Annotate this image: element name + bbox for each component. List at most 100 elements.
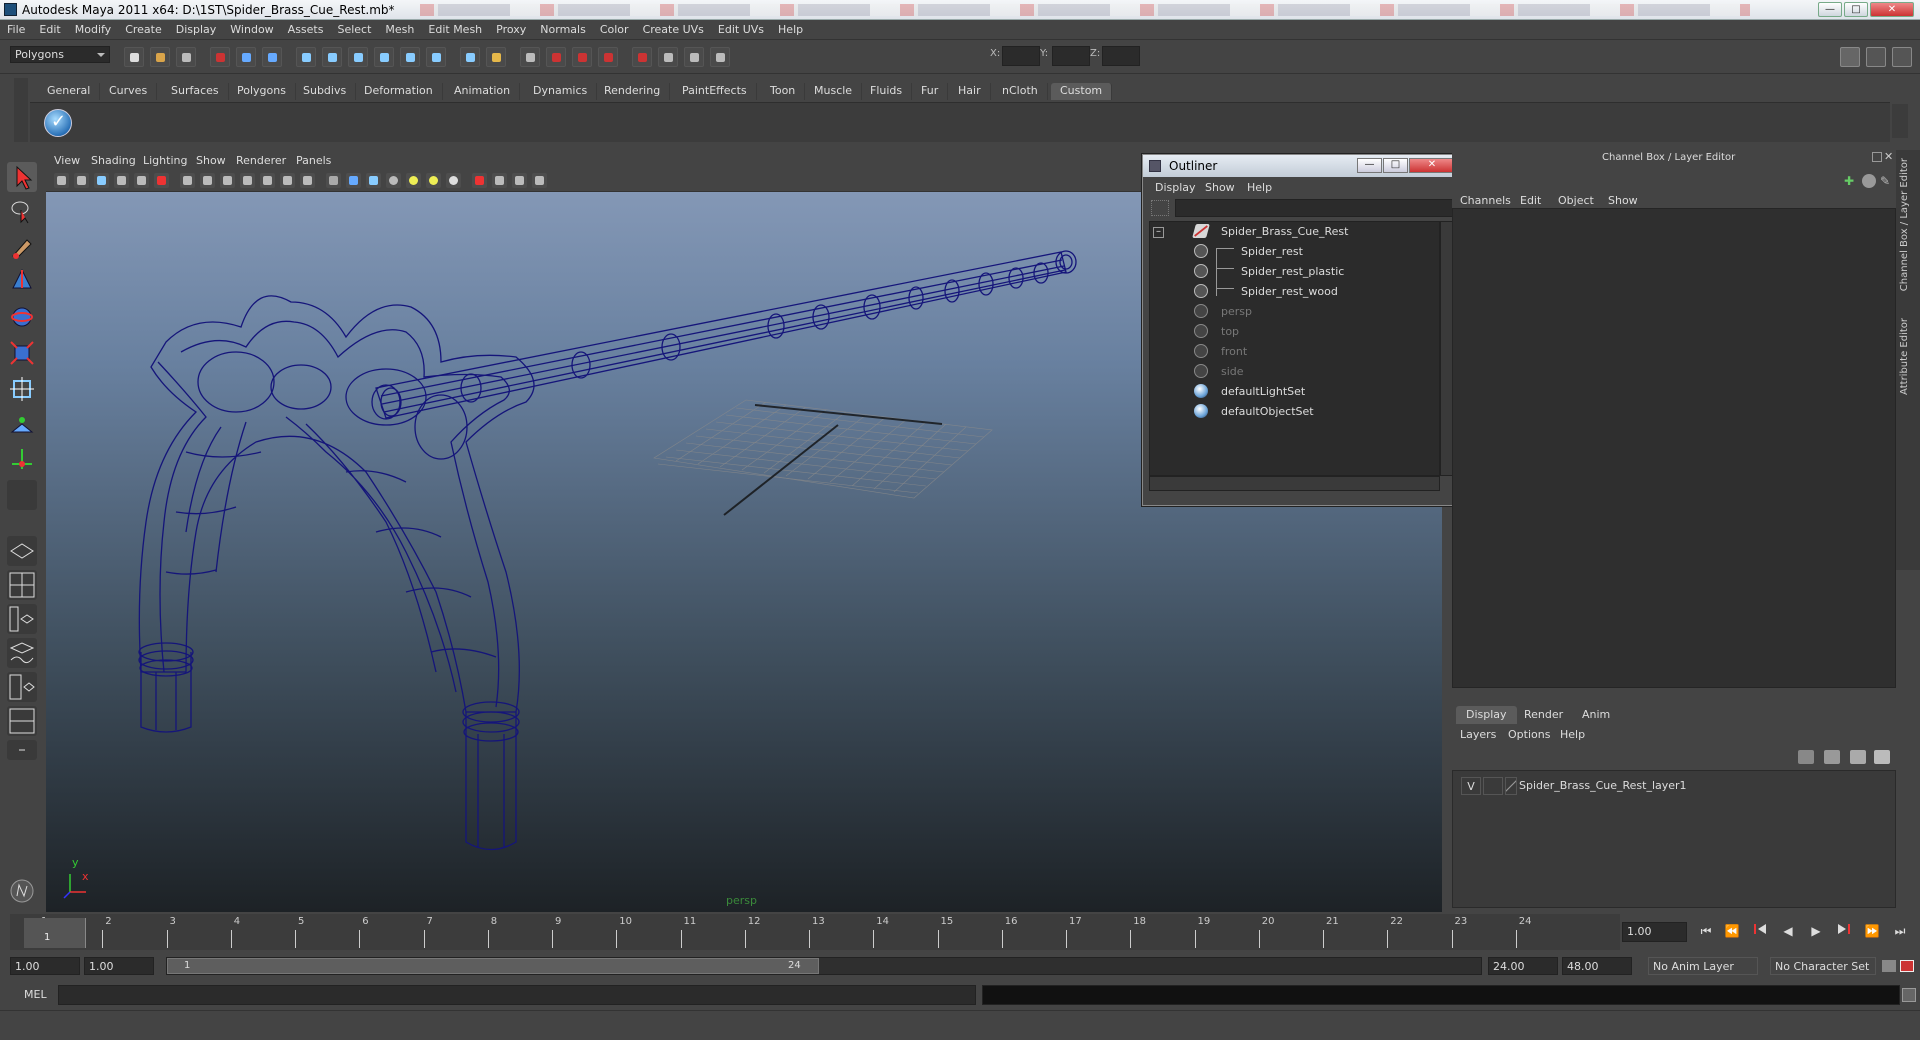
list-item[interactable]: top bbox=[1150, 322, 1440, 340]
resolution-gate-icon[interactable] bbox=[220, 173, 235, 188]
menu-help[interactable]: Help bbox=[771, 20, 810, 40]
show-manipulator-icon[interactable] bbox=[7, 444, 37, 474]
current-time-field[interactable]: 1.00 bbox=[1622, 922, 1687, 942]
list-item[interactable]: Spider_Brass_Cue_Rest bbox=[1150, 222, 1440, 240]
layer-menu-options[interactable]: Options bbox=[1508, 728, 1550, 741]
paint-select-tool-icon[interactable] bbox=[7, 232, 37, 262]
play-backwards-button[interactable]: ◀ bbox=[1778, 922, 1798, 942]
outliner-minimize-button[interactable]: — bbox=[1357, 158, 1382, 173]
wireframe-icon[interactable] bbox=[326, 173, 341, 188]
viewport-menu-view[interactable]: View bbox=[54, 154, 80, 167]
layer-add-objects-icon[interactable] bbox=[1850, 750, 1866, 764]
outliner-maximize-button[interactable]: □ bbox=[1383, 158, 1408, 173]
menu-edit[interactable]: Edit bbox=[32, 20, 67, 40]
select-tool-icon[interactable] bbox=[7, 162, 37, 192]
layer-remove-objects-icon[interactable] bbox=[1874, 750, 1890, 764]
layout-hypershade-persp-icon[interactable] bbox=[7, 672, 37, 702]
layout-persp-graph-icon[interactable] bbox=[7, 638, 37, 668]
select-object-icon[interactable] bbox=[236, 47, 256, 67]
step-forward-key-button[interactable] bbox=[1834, 922, 1854, 942]
menu-display[interactable]: Display bbox=[169, 20, 224, 40]
shelf-handle[interactable] bbox=[14, 78, 28, 142]
layer-menu-help[interactable]: Help bbox=[1560, 728, 1585, 741]
tab-channel-box[interactable]: Channel Box / Layer Editor bbox=[1899, 158, 1910, 291]
outliner-menu-display[interactable]: Display bbox=[1155, 181, 1196, 194]
layer-display-type-toggle[interactable] bbox=[1483, 777, 1503, 795]
query-icon[interactable] bbox=[460, 47, 480, 67]
new-scene-icon[interactable] bbox=[124, 47, 144, 67]
render-view-icon[interactable] bbox=[684, 47, 704, 67]
viewport-menu-lighting[interactable]: Lighting bbox=[143, 154, 187, 167]
menu-normals[interactable]: Normals bbox=[533, 20, 593, 40]
maximize-button[interactable]: □ bbox=[1844, 2, 1868, 17]
menu-color[interactable]: Color bbox=[593, 20, 636, 40]
layout-single-pane-icon[interactable] bbox=[7, 536, 37, 566]
select-hierarchy-icon[interactable] bbox=[210, 47, 230, 67]
outliner-menu-show[interactable]: Show bbox=[1205, 181, 1235, 194]
tab-painteffects[interactable]: PaintEffects bbox=[673, 83, 757, 100]
shelf-scroll-arrows[interactable] bbox=[1892, 104, 1908, 138]
universal-manipulator-icon[interactable] bbox=[7, 374, 37, 404]
xray-joints-icon[interactable] bbox=[512, 173, 527, 188]
render-settings-icon[interactable] bbox=[632, 47, 652, 67]
viewport-menu-renderer[interactable]: Renderer bbox=[236, 154, 286, 167]
list-item[interactable]: Spider_rest_wood bbox=[1150, 282, 1440, 300]
film-gate-icon[interactable] bbox=[200, 173, 215, 188]
list-item[interactable]: Spider_rest_plastic bbox=[1150, 262, 1440, 280]
lasso-tool-icon[interactable] bbox=[7, 196, 37, 226]
layout-four-pane-icon[interactable] bbox=[7, 570, 37, 600]
wireframe-on-shaded-icon[interactable] bbox=[366, 173, 381, 188]
menu-edit-uvs[interactable]: Edit UVs bbox=[711, 20, 771, 40]
channel-box-toggle-icon[interactable] bbox=[1862, 174, 1876, 188]
time-slider[interactable]: 123456789101112131415161718192021222324 … bbox=[10, 914, 1620, 950]
tab-hair[interactable]: Hair bbox=[949, 83, 991, 100]
channel-box-pin-icon[interactable]: ✎ bbox=[1880, 174, 1894, 188]
list-item[interactable]: defaultObjectSet bbox=[1150, 402, 1440, 420]
grease-pencil-icon[interactable] bbox=[154, 173, 169, 188]
current-frame-marker[interactable]: 1 bbox=[24, 918, 86, 948]
layout-more-icon[interactable] bbox=[7, 740, 37, 760]
list-item[interactable]: front bbox=[1150, 342, 1440, 360]
list-item[interactable]: defaultLightSet bbox=[1150, 382, 1440, 400]
menu-window[interactable]: Window bbox=[223, 20, 280, 40]
list-item[interactable]: Spider_rest bbox=[1150, 242, 1440, 260]
snap-live-icon[interactable] bbox=[426, 47, 446, 67]
outliner-menu-help[interactable]: Help bbox=[1247, 181, 1272, 194]
ao-icon[interactable] bbox=[446, 173, 461, 188]
tab-fur[interactable]: Fur bbox=[912, 83, 949, 100]
shadows-icon[interactable] bbox=[426, 173, 441, 188]
hypershade-icon[interactable] bbox=[658, 47, 678, 67]
layout-outliner-persp-icon[interactable] bbox=[7, 604, 37, 634]
y-input[interactable] bbox=[1052, 46, 1090, 66]
tab-deformation[interactable]: Deformation bbox=[355, 83, 443, 100]
anim-layer-selector[interactable]: No Anim Layer bbox=[1648, 957, 1758, 975]
mel-label[interactable]: MEL bbox=[24, 988, 47, 1001]
menu-assets[interactable]: Assets bbox=[281, 20, 331, 40]
custom-shelf-check-icon[interactable] bbox=[44, 109, 72, 137]
image-plane-icon[interactable] bbox=[114, 173, 129, 188]
layer-visibility-toggle[interactable]: V bbox=[1461, 777, 1481, 795]
layer-color-swatch[interactable] bbox=[1505, 777, 1517, 795]
history-icon[interactable] bbox=[546, 47, 566, 67]
new-layer-icon[interactable] bbox=[1798, 750, 1814, 764]
menu-proxy[interactable]: Proxy bbox=[489, 20, 533, 40]
menu-create-uvs[interactable]: Create UVs bbox=[636, 20, 711, 40]
toggle-attribute-editor-icon[interactable] bbox=[1866, 47, 1886, 67]
tab-surfaces[interactable]: Surfaces bbox=[162, 83, 229, 100]
range-slider-thumb[interactable]: 1 24 bbox=[167, 958, 819, 974]
toggle-channel-box-icon[interactable] bbox=[1840, 47, 1860, 67]
menu-select[interactable]: Select bbox=[330, 20, 378, 40]
play-forwards-button[interactable]: ▶ bbox=[1806, 922, 1826, 942]
snap-point-icon[interactable] bbox=[348, 47, 368, 67]
step-back-key-button[interactable] bbox=[1750, 922, 1770, 942]
select-input-icon[interactable] bbox=[520, 47, 540, 67]
bookmark-icon[interactable] bbox=[94, 173, 109, 188]
tab-fluids[interactable]: Fluids bbox=[861, 83, 913, 100]
step-forward-frame-button[interactable]: ⏩ bbox=[1862, 922, 1882, 942]
safe-action-icon[interactable] bbox=[280, 173, 295, 188]
menu-edit-mesh[interactable]: Edit Mesh bbox=[421, 20, 489, 40]
cb-menu-show[interactable]: Show bbox=[1608, 194, 1638, 207]
render-current-icon[interactable] bbox=[572, 47, 592, 67]
viewport-menu-show[interactable]: Show bbox=[196, 154, 226, 167]
outliner-filter-icon[interactable] bbox=[1151, 200, 1169, 216]
